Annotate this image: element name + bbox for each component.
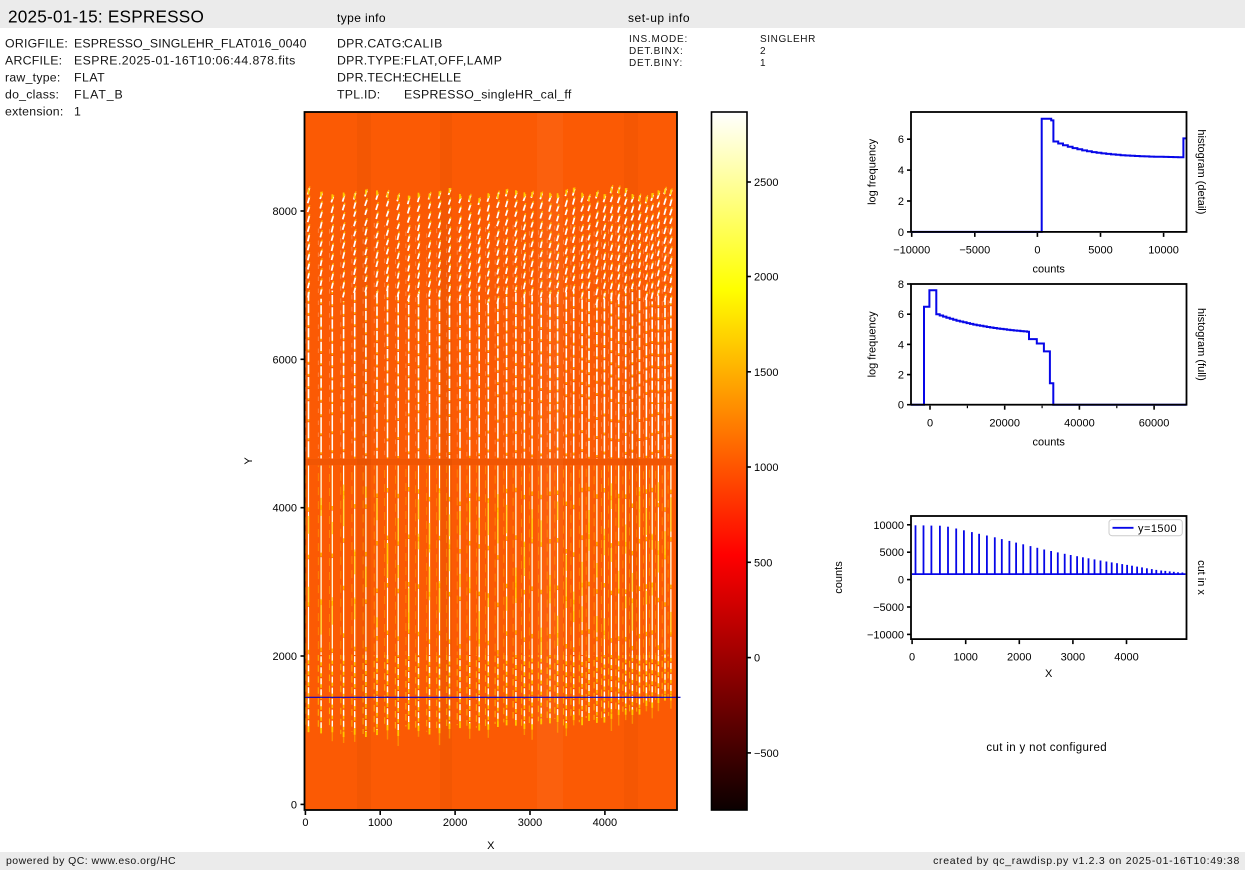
svg-text:set-up info: set-up info [628, 11, 690, 25]
svg-text:DET.BINY:: DET.BINY: [629, 58, 683, 69]
svg-text:ARCFILE:: ARCFILE: [5, 54, 62, 68]
svg-text:counts: counts [1032, 437, 1065, 449]
svg-text:do_class:: do_class: [5, 88, 59, 102]
svg-text:4000: 4000 [273, 503, 297, 515]
svg-text:1000: 1000 [368, 817, 392, 829]
svg-text:counts: counts [833, 561, 845, 594]
svg-text:4: 4 [898, 339, 904, 351]
svg-text:DPR.TYPE:: DPR.TYPE: [337, 54, 404, 68]
svg-text:raw_type:: raw_type: [5, 71, 61, 85]
svg-text:8: 8 [898, 279, 904, 291]
svg-text:2000: 2000 [273, 651, 297, 663]
svg-text:0: 0 [291, 799, 297, 811]
svg-text:1000: 1000 [953, 652, 977, 664]
svg-text:X: X [487, 840, 495, 852]
svg-text:CALIB: CALIB [404, 37, 443, 51]
svg-text:6: 6 [898, 309, 904, 321]
svg-text:log frequency: log frequency [867, 311, 879, 378]
svg-text:4000: 4000 [1114, 652, 1138, 664]
svg-text:DET.BINX:: DET.BINX: [629, 46, 684, 57]
svg-text:3000: 3000 [518, 817, 542, 829]
svg-text:10000: 10000 [873, 520, 904, 532]
svg-text:2: 2 [898, 370, 904, 382]
svg-text:−10000: −10000 [867, 629, 904, 641]
svg-text:0: 0 [754, 653, 760, 665]
svg-text:cut in x: cut in x [1195, 560, 1207, 595]
svg-text:6: 6 [898, 134, 904, 146]
svg-text:6000: 6000 [273, 354, 297, 366]
svg-text:−500: −500 [754, 748, 779, 760]
svg-text:4000: 4000 [593, 817, 617, 829]
svg-text:created by qc_rawdisp.py v1.2.: created by qc_rawdisp.py v1.2.3 on 2025-… [933, 855, 1240, 867]
svg-text:−10000: −10000 [893, 245, 930, 257]
svg-text:1500: 1500 [754, 367, 778, 379]
svg-text:2000: 2000 [754, 272, 778, 284]
svg-text:500: 500 [754, 557, 772, 569]
svg-text:5000: 5000 [1088, 245, 1112, 257]
svg-text:cut in y not configured: cut in y not configured [986, 742, 1107, 754]
svg-text:TPL.ID:: TPL.ID: [337, 88, 380, 102]
svg-text:2500: 2500 [754, 177, 778, 189]
svg-text:20000: 20000 [989, 418, 1020, 430]
svg-text:type info: type info [337, 11, 386, 25]
svg-text:ORIGFILE:: ORIGFILE: [5, 37, 68, 51]
svg-text:0: 0 [898, 575, 904, 587]
svg-text:INS.MODE:: INS.MODE: [629, 34, 688, 45]
svg-text:3000: 3000 [1061, 652, 1085, 664]
svg-text:ESPRE.2025-01-16T10:06:44.878.: ESPRE.2025-01-16T10:06:44.878.fits [74, 54, 296, 68]
svg-text:40000: 40000 [1064, 418, 1095, 430]
svg-text:FLAT: FLAT [74, 71, 105, 85]
svg-text:0: 0 [1034, 245, 1040, 257]
svg-text:2000: 2000 [1007, 652, 1031, 664]
svg-text:2: 2 [898, 196, 904, 208]
svg-text:Y: Y [243, 457, 255, 465]
svg-text:2000: 2000 [443, 817, 467, 829]
svg-text:1000: 1000 [754, 462, 778, 474]
svg-text:4: 4 [898, 165, 904, 177]
svg-text:1: 1 [760, 58, 766, 69]
svg-text:ESPRESSO_SINGLEHR_FLAT016_0040: ESPRESSO_SINGLEHR_FLAT016_0040 [74, 37, 307, 51]
svg-text:8000: 8000 [273, 206, 297, 218]
svg-text:−5000: −5000 [873, 602, 904, 614]
svg-text:DPR.TECH:: DPR.TECH: [337, 71, 406, 85]
svg-text:0: 0 [898, 227, 904, 239]
svg-text:10000: 10000 [1148, 245, 1179, 257]
svg-text:FLAT,OFF,LAMP: FLAT,OFF,LAMP [404, 54, 502, 68]
svg-text:0: 0 [927, 418, 933, 430]
svg-text:0: 0 [909, 652, 915, 664]
svg-text:2025-01-15: ESPRESSO: 2025-01-15: ESPRESSO [8, 7, 204, 27]
svg-text:0: 0 [302, 817, 308, 829]
svg-text:ESPRESSO_singleHR_cal_ff: ESPRESSO_singleHR_cal_ff [404, 88, 572, 102]
svg-text:powered by QC: www.eso.org/HC: powered by QC: www.eso.org/HC [6, 855, 176, 867]
svg-text:histogram (full): histogram (full) [1195, 308, 1207, 381]
svg-text:X: X [1045, 668, 1053, 680]
svg-text:SINGLEHR: SINGLEHR [760, 34, 816, 45]
svg-text:0: 0 [898, 400, 904, 412]
svg-text:counts: counts [1032, 264, 1065, 276]
svg-text:DPR.CATG:: DPR.CATG: [337, 37, 405, 51]
svg-text:FLAT_B: FLAT_B [74, 88, 124, 102]
svg-text:−5000: −5000 [959, 245, 990, 257]
svg-text:histogram (detail): histogram (detail) [1195, 129, 1207, 214]
svg-text:log frequency: log frequency [867, 138, 879, 205]
svg-text:extension:: extension: [5, 105, 64, 119]
svg-text:5000: 5000 [880, 547, 904, 559]
svg-text:ECHELLE: ECHELLE [404, 71, 461, 85]
svg-text:1: 1 [74, 105, 81, 119]
svg-text:2: 2 [760, 46, 766, 57]
svg-text:60000: 60000 [1139, 418, 1170, 430]
svg-text:y=1500: y=1500 [1138, 523, 1177, 535]
